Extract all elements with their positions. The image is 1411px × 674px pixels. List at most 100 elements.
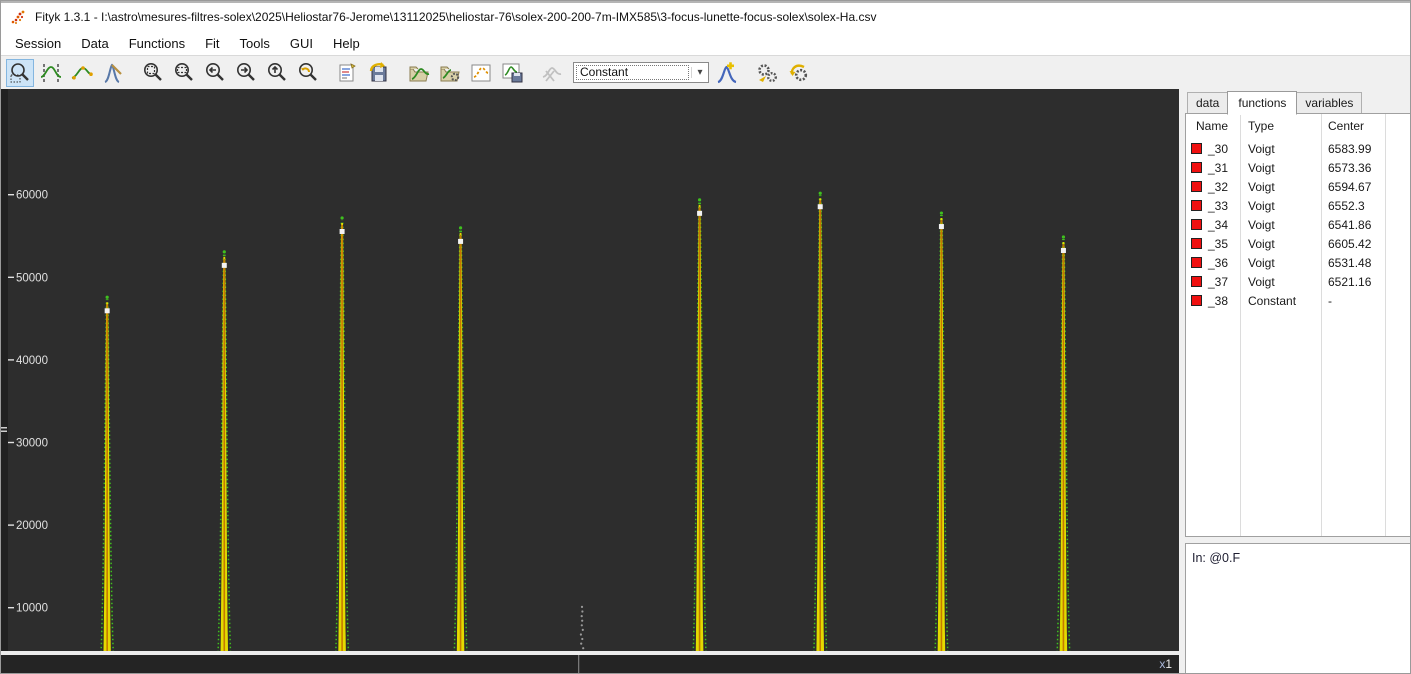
- edit-script-icon[interactable]: [334, 59, 362, 87]
- open-data-custom-icon[interactable]: [436, 59, 464, 87]
- zoom-all-icon[interactable]: [139, 59, 167, 87]
- menu-functions[interactable]: Functions: [119, 33, 195, 54]
- range-mode-icon[interactable]: [37, 59, 65, 87]
- peak-center-handle[interactable]: [1060, 247, 1066, 253]
- function-row[interactable]: _32 Voigt 6594.67: [1186, 178, 1410, 197]
- function-center-cell: 6552.3: [1328, 199, 1365, 213]
- top-data-point: [105, 295, 109, 299]
- function-color-swatch[interactable]: [1191, 295, 1202, 306]
- function-name-cell: _36: [1208, 256, 1229, 270]
- function-color-swatch[interactable]: [1191, 276, 1202, 287]
- add-peak-mode-icon[interactable]: [99, 59, 127, 87]
- menu-session[interactable]: Session: [5, 33, 71, 54]
- function-type-select[interactable]: Constant ▾: [573, 62, 709, 83]
- chevron-down-icon[interactable]: ▾: [691, 67, 708, 78]
- side-panel: data functions variables Name Type Cente…: [1179, 89, 1410, 673]
- top-data-point: [939, 211, 944, 215]
- strip-background-icon: [538, 59, 566, 87]
- function-color-swatch[interactable]: [1191, 200, 1202, 211]
- save-session-icon[interactable]: [365, 59, 393, 87]
- pan-left-icon[interactable]: [201, 59, 229, 87]
- aux-plot[interactable]: x1: [1, 655, 1179, 673]
- function-color-swatch[interactable]: [1191, 181, 1202, 192]
- menu-fit[interactable]: Fit: [195, 33, 229, 54]
- fitted-peak: [217, 250, 232, 651]
- function-row[interactable]: _36 Voigt 6531.48: [1186, 254, 1410, 273]
- save-data-icon[interactable]: [498, 59, 526, 87]
- fitted-peak: [100, 295, 114, 651]
- data-editor-icon[interactable]: [467, 59, 495, 87]
- function-row[interactable]: _31 Voigt 6573.36: [1186, 159, 1410, 178]
- function-name-cell: _30: [1208, 142, 1229, 156]
- fit-vertically-icon[interactable]: [263, 59, 291, 87]
- side-panel-tabs: data functions variables: [1187, 91, 1363, 115]
- function-type-cell: Voigt: [1248, 275, 1275, 289]
- baseline-mode-icon[interactable]: [68, 59, 96, 87]
- function-color-swatch[interactable]: [1191, 257, 1202, 268]
- function-color-swatch[interactable]: [1191, 143, 1202, 154]
- fityk-window: Fityk 1.3.1 - I:\astro\mesures-filtres-s…: [0, 0, 1411, 674]
- function-row[interactable]: _30 Voigt 6583.99: [1186, 140, 1410, 159]
- command-output-panel[interactable]: In: @0.F: [1185, 543, 1410, 673]
- function-row[interactable]: _38 Constant -: [1186, 292, 1410, 311]
- zoom-mode-icon[interactable]: [6, 58, 34, 87]
- peak-center-handle[interactable]: [339, 228, 345, 234]
- function-color-swatch[interactable]: [1191, 162, 1202, 173]
- function-center-cell: 6541.86: [1328, 218, 1372, 232]
- function-center-cell: 6521.16: [1328, 275, 1372, 289]
- y-tick-label: 50000: [16, 272, 48, 284]
- peak-center-handle[interactable]: [817, 204, 823, 210]
- add-function-icon[interactable]: [713, 59, 741, 87]
- menu-help[interactable]: Help: [323, 33, 370, 54]
- function-row[interactable]: _35 Voigt 6605.42: [1186, 235, 1410, 254]
- aux-scale-label: x1: [1159, 657, 1172, 671]
- fitted-peak: [453, 226, 468, 651]
- function-color-swatch[interactable]: [1191, 219, 1202, 230]
- y-tick-label: 10000: [16, 603, 48, 615]
- function-name-cell: _32: [1208, 180, 1229, 194]
- start-fit-icon[interactable]: [753, 59, 781, 87]
- pan-right-icon[interactable]: [232, 59, 260, 87]
- open-data-icon[interactable]: [405, 59, 433, 87]
- tab-functions[interactable]: functions: [1227, 91, 1298, 115]
- function-type-value: Constant: [575, 64, 690, 81]
- top-data-point: [697, 198, 702, 202]
- function-name-cell: _34: [1208, 218, 1229, 232]
- function-type-cell: Voigt: [1248, 142, 1275, 156]
- undo-fit-icon[interactable]: [784, 59, 812, 87]
- menu-gui[interactable]: GUI: [280, 33, 323, 54]
- zoom-selection-icon[interactable]: [170, 59, 198, 87]
- col-type-header[interactable]: Type: [1248, 119, 1274, 133]
- top-data-point: [1061, 235, 1066, 239]
- left-strip-handle[interactable]: [1, 427, 7, 432]
- function-center-cell: -: [1328, 294, 1332, 308]
- tab-data[interactable]: data: [1187, 92, 1229, 114]
- function-color-swatch[interactable]: [1191, 238, 1202, 249]
- function-type-cell: Voigt: [1248, 180, 1275, 194]
- function-row[interactable]: _34 Voigt 6541.86: [1186, 216, 1410, 235]
- function-name-cell: _38: [1208, 294, 1229, 308]
- peak-center-handle[interactable]: [104, 308, 110, 314]
- peak-center-handle[interactable]: [221, 262, 227, 268]
- top-data-point: [340, 216, 344, 220]
- function-row[interactable]: _37 Voigt 6521.16: [1186, 273, 1410, 292]
- tab-variables[interactable]: variables: [1296, 92, 1363, 114]
- function-type-cell: Voigt: [1248, 218, 1275, 232]
- top-data-point: [458, 226, 463, 230]
- main-plot[interactable]: 1000020000300004000050000600006520654065…: [1, 89, 1179, 651]
- peak-center-handle[interactable]: [938, 224, 944, 230]
- menu-data[interactable]: Data: [71, 33, 118, 54]
- peak-center-handle[interactable]: [458, 238, 464, 244]
- zoom-previous-icon[interactable]: [294, 59, 322, 87]
- window-title: Fityk 1.3.1 - I:\astro\mesures-filtres-s…: [35, 10, 877, 24]
- function-name-cell: _37: [1208, 275, 1229, 289]
- function-name-cell: _33: [1208, 199, 1229, 213]
- col-center-header[interactable]: Center: [1328, 119, 1364, 133]
- fitted-peak: [335, 216, 350, 651]
- menu-tools[interactable]: Tools: [230, 33, 280, 54]
- peak-center-handle[interactable]: [697, 210, 703, 216]
- function-row[interactable]: _33 Voigt 6552.3: [1186, 197, 1410, 216]
- col-name-header[interactable]: Name: [1196, 119, 1228, 133]
- function-center-cell: 6573.36: [1328, 161, 1372, 175]
- y-tick-label: 60000: [16, 190, 48, 202]
